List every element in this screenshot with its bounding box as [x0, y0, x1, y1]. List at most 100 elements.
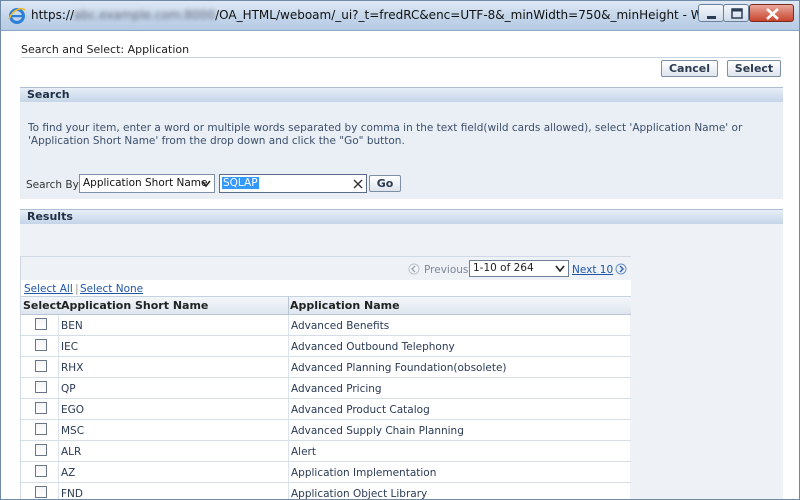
next-link[interactable]: Next 10 — [572, 264, 613, 276]
search-by-select[interactable]: Application Short Name — [79, 174, 215, 193]
column-divider — [288, 462, 289, 483]
search-section-header: Search — [20, 87, 783, 102]
search-instructions: To find your item, enter a word or multi… — [28, 122, 743, 147]
results-section-header: Results — [20, 209, 783, 224]
column-divider — [58, 420, 59, 441]
table-row: BEN Advanced Benefits — [21, 315, 631, 336]
row-checkbox[interactable] — [35, 360, 47, 372]
previous-link: Previous — [424, 264, 469, 276]
table-header: Select Application Short Name Applicatio… — [21, 297, 631, 315]
cell-app-name: Advanced Outbound Telephony — [291, 341, 455, 353]
table-row: IEC Advanced Outbound Telephony — [21, 336, 631, 357]
window-title-url: https://abc.example.com:8000/OA_HTML/web… — [31, 8, 749, 22]
range-value: 1-10 of 264 — [473, 262, 534, 274]
search-input-value: SQLAP — [222, 177, 259, 189]
select-none-link[interactable]: Select None — [80, 283, 143, 295]
column-divider — [288, 399, 289, 420]
results-table: Previous 1-10 of 264 Next 10 Select All … — [20, 256, 631, 500]
cell-short-name: QP — [61, 383, 76, 395]
close-icon — [766, 8, 779, 20]
column-divider — [288, 441, 289, 462]
clear-icon[interactable] — [353, 179, 363, 189]
maximize-icon — [731, 8, 743, 19]
search-panel: To find your item, enter a word or multi… — [20, 102, 783, 199]
select-button[interactable]: Select — [727, 60, 781, 77]
column-divider — [58, 483, 59, 499]
title-divider — [21, 57, 781, 58]
cell-app-name: Application Object Library — [291, 488, 428, 500]
table-row: RHX Advanced Planning Foundation(obsolete… — [21, 357, 631, 378]
cell-app-name: Application Implementation — [291, 467, 437, 479]
column-divider — [288, 336, 289, 357]
title-bar[interactable]: https://abc.example.com:8000/OA_HTML/web… — [1, 1, 799, 31]
column-divider — [58, 399, 59, 420]
chevron-down-icon — [555, 265, 565, 273]
table-row: AZ Application Implementation — [21, 462, 631, 483]
minimize-icon — [707, 16, 716, 19]
row-checkbox[interactable] — [35, 444, 47, 456]
column-divider — [58, 462, 59, 483]
cell-app-name: Advanced Benefits — [291, 320, 390, 332]
selection-bar: Select All | Select None — [21, 280, 631, 297]
previous-icon — [408, 263, 420, 275]
column-header-app-name[interactable]: Application Name — [290, 299, 400, 312]
cell-short-name: FND — [61, 488, 83, 500]
search-by-label: Search By — [26, 179, 79, 191]
chevron-down-icon — [201, 180, 211, 188]
column-divider — [58, 336, 59, 357]
row-checkbox[interactable] — [35, 423, 47, 435]
cancel-button[interactable]: Cancel — [661, 60, 718, 77]
range-select[interactable]: 1-10 of 264 — [469, 260, 569, 277]
row-checkbox[interactable] — [35, 318, 47, 330]
cell-short-name: EGO — [61, 404, 85, 416]
column-divider — [288, 297, 289, 315]
cell-app-name: Advanced Supply Chain Planning — [291, 425, 464, 437]
maximize-button[interactable] — [723, 4, 749, 22]
column-header-short-name[interactable]: Application Short Name — [61, 299, 208, 312]
cell-short-name: IEC — [61, 341, 79, 353]
table-body: BEN Advanced Benefits IEC Advanced Outbound… — [21, 315, 631, 500]
close-button[interactable] — [749, 4, 794, 22]
column-divider — [288, 315, 289, 336]
select-all-link[interactable]: Select All — [24, 283, 73, 295]
cell-short-name: ALR — [61, 446, 82, 458]
pager: Previous 1-10 of 264 Next 10 — [21, 256, 631, 280]
column-divider — [288, 378, 289, 399]
blurred-host: abc.example.com:8000 — [74, 8, 216, 22]
column-divider — [58, 315, 59, 336]
column-divider — [288, 420, 289, 441]
page-title: Search and Select: Application — [21, 43, 190, 56]
search-input[interactable]: SQLAP — [219, 174, 367, 193]
table-row: EGO Advanced Product Catalog — [21, 399, 631, 420]
minimize-button[interactable] — [698, 4, 724, 22]
ie-icon — [8, 7, 26, 24]
link-separator: | — [75, 282, 79, 295]
table-row: FND Application Object Library — [21, 483, 631, 500]
cell-short-name: MSC — [61, 425, 85, 437]
table-row: QP Advanced Pricing — [21, 378, 631, 399]
cell-short-name: BEN — [61, 320, 83, 332]
cell-short-name: AZ — [61, 467, 76, 479]
cell-short-name: RHX — [61, 362, 84, 374]
column-divider — [288, 357, 289, 378]
search-by-value: Application Short Name — [83, 177, 208, 189]
cell-app-name: Advanced Planning Foundation(obsolete) — [291, 362, 507, 374]
row-checkbox[interactable] — [35, 381, 47, 393]
column-divider — [58, 357, 59, 378]
row-checkbox[interactable] — [35, 465, 47, 477]
next-icon[interactable] — [615, 263, 627, 275]
dialog-content: Search and Select: Application Cancel Se… — [1, 31, 799, 500]
table-row: ALR Alert — [21, 441, 631, 462]
cell-app-name: Advanced Pricing — [291, 383, 382, 395]
row-checkbox[interactable] — [35, 402, 47, 414]
row-checkbox[interactable] — [35, 339, 47, 351]
column-divider — [58, 441, 59, 462]
column-divider — [58, 378, 59, 399]
row-checkbox[interactable] — [35, 486, 47, 498]
table-row: MSC Advanced Supply Chain Planning — [21, 420, 631, 441]
column-header-select: Select — [23, 299, 62, 312]
cell-app-name: Advanced Product Catalog — [291, 404, 430, 416]
cell-app-name: Alert — [291, 446, 316, 458]
popup-window: https://abc.example.com:8000/OA_HTML/web… — [0, 0, 800, 500]
go-button[interactable]: Go — [369, 175, 401, 192]
